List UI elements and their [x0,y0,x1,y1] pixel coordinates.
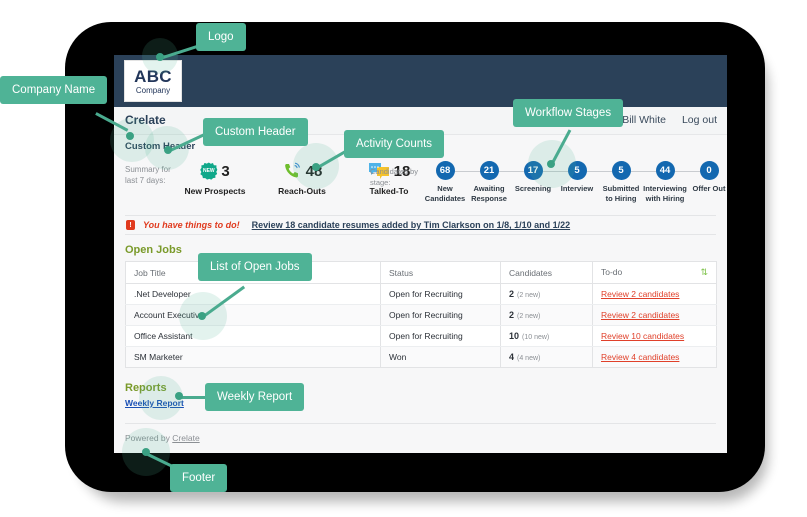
column-todo-label: To-do [601,267,623,277]
alert-icon: ! [126,220,135,230]
callout-label: Logo [208,31,234,43]
callout-dot-weekly [175,392,183,400]
todo-link[interactable]: Review 2 candidates [601,289,679,299]
callout-custom-header: Custom Header [203,118,308,146]
stage-label: Interviewing with Hiring [643,184,687,204]
stage-submitted-to-hiring[interactable]: 5 Submitted to Hiring [599,161,665,204]
callout-label: Company Name [12,84,96,96]
cell-job-title[interactable]: .Net Developer [125,283,381,305]
new-prospects-icon: NEW [200,162,218,180]
callout-label: Workflow Stages [525,107,612,119]
alert-action-link[interactable]: Review 18 candidate resumes added by Tim… [252,220,570,230]
new-prospects-value: 3 [221,162,230,180]
stages-label: Candidates by stage: [370,167,418,187]
callout-company-name: Company Name [0,76,108,104]
candidate-new-count: (10 new) [522,334,550,341]
candidate-new-count: (2 new) [517,313,541,320]
cell-candidates: 2 (2 new) [500,283,593,305]
callout-list-of-open-jobs: List of Open Jobs [198,253,312,281]
activity-new-prospects[interactable]: NEW 3 New Prospects [182,159,248,196]
callout-dot-open-jobs [198,312,206,320]
cell-status: Open for Recruiting [380,283,501,305]
logout-link[interactable]: Log out [682,114,717,126]
app-header-bar: ABC Company [114,55,727,107]
cell-job-title[interactable]: SM Marketer [125,346,381,368]
callout-dot-logo [156,53,164,61]
footer-brand-link[interactable]: Crelate [172,433,199,443]
stage-count: 21 [479,161,499,180]
stage-label: Awaiting Response [471,184,507,204]
open-jobs-heading: Open Jobs [125,244,182,256]
candidate-new-count: (4 new) [517,355,541,362]
stage-offer-out[interactable]: 0 Offer Out [687,161,727,204]
callout-footer: Footer [170,464,228,492]
user-name[interactable]: Bill White [622,114,666,126]
column-todo[interactable]: To-do ⇅ [592,261,717,284]
cell-status: Won [380,346,501,368]
stage-count: 68 [435,161,455,180]
callout-dot-activity [312,163,320,171]
candidate-count: 2 [509,310,515,320]
candidate-count: 2 [509,289,515,299]
stage-awaiting-response[interactable]: 21 Awaiting Response [467,161,533,204]
callout-weekly-report: Weekly Report [205,383,305,411]
app-footer: Powered by Crelate [125,423,716,453]
cell-todo: Review 10 candidates [592,325,717,347]
screenshot-root: ABC Company Crelate Bill White Log out C… [0,0,807,517]
cell-todo: Review 2 candidates [592,283,717,305]
stage-new-candidates[interactable]: 68 New Candidates [423,161,489,204]
todo-alert-bar: ! You have things to do! Review 18 candi… [125,215,716,235]
callout-workflow-stages: Workflow Stages [513,99,624,127]
cell-todo: Review 2 candidates [592,304,717,326]
stage-interviewing-with-hiring[interactable]: 44 Interviewing with Hiring [643,161,709,204]
column-candidates[interactable]: Candidates [500,261,593,284]
todo-link[interactable]: Review 2 candidates [601,310,679,320]
callout-label: List of Open Jobs [210,261,300,273]
stage-label: Offer Out [692,184,726,193]
callout-dot-company-name [126,132,134,140]
callout-label: Weekly Report [217,391,293,403]
candidate-count: 4 [509,352,515,362]
cell-candidates: 4 (4 new) [500,346,593,368]
todo-link[interactable]: Review 4 candidates [601,352,679,362]
cell-todo: Review 4 candidates [592,346,717,368]
callout-label: Footer [182,472,216,484]
callout-label: Activity Counts [356,138,433,150]
stage-count: 5 [611,161,631,180]
callout-logo: Logo [196,23,246,51]
callout-dot-custom-header [164,146,172,154]
refresh-icon[interactable]: ⇅ [700,267,708,278]
callout-dot-footer [142,448,150,456]
stage-label: New Candidates [424,184,466,204]
cell-job-title[interactable]: Office Assistant [125,325,381,347]
table-row[interactable]: SM Marketer Won 4 (4 new) Review 4 candid… [125,346,717,368]
todo-link[interactable]: Review 10 candidates [601,331,684,341]
logo-company-text: Company [135,85,171,95]
candidate-new-count: (2 new) [517,292,541,299]
stage-count: 44 [655,161,675,180]
candidate-count: 10 [509,331,520,341]
stage-count: 0 [699,161,719,180]
callout-activity-counts: Activity Counts [344,130,445,158]
cell-status: Open for Recruiting [380,304,501,326]
column-status[interactable]: Status [380,261,501,284]
reach-outs-label: Reach-Outs [278,186,326,196]
cell-candidates: 2 (2 new) [500,304,593,326]
cell-status: Open for Recruiting [380,325,501,347]
stage-label: Submitted to Hiring [602,184,640,204]
callout-label: Custom Header [215,126,296,138]
cell-candidates: 10 (10 new) [500,325,593,347]
new-prospects-label: New Prospects [184,186,246,196]
cell-job-title[interactable]: Account Executive [125,304,381,326]
user-area: Bill White Log out [622,114,717,126]
alert-title: You have things to do! [143,220,240,230]
callout-dot-workflow [547,160,555,168]
